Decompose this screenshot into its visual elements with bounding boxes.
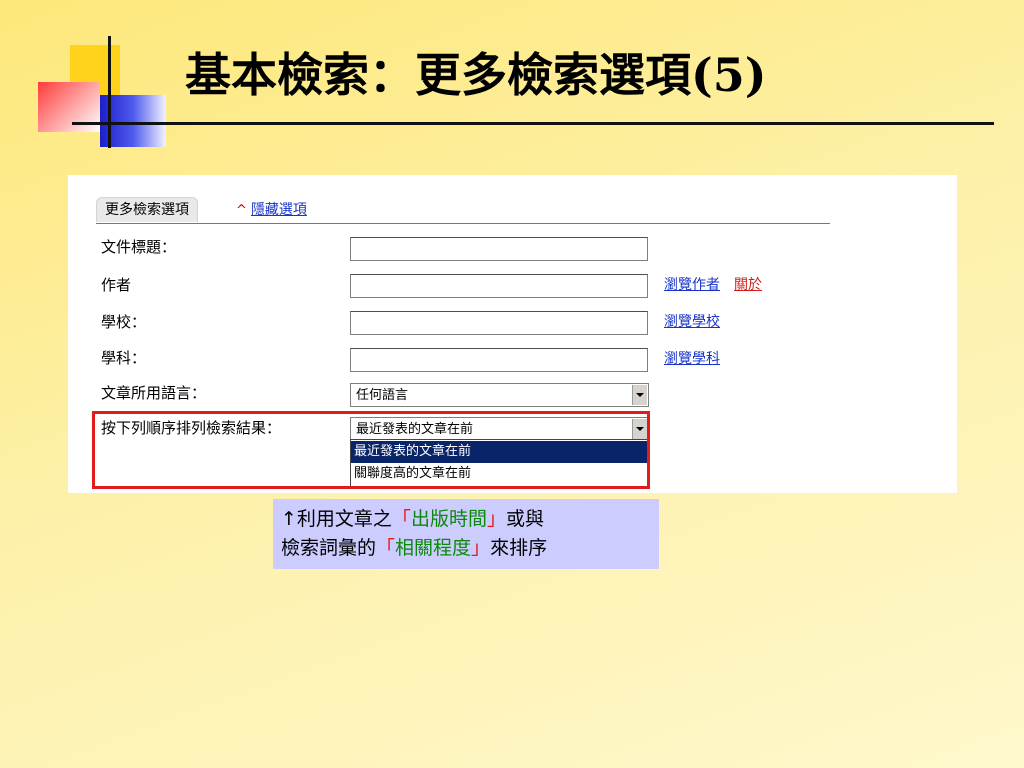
author-input[interactable] — [350, 274, 648, 298]
school-links: 瀏覽學校 — [664, 310, 720, 334]
caption-line-1: ↑利用文章之「出版時間」或與 — [281, 508, 544, 530]
hide-options-link[interactable]: 隱藏選項 — [251, 202, 307, 218]
slide-title: 基本檢索：更多檢索選項(5) — [185, 48, 767, 102]
browse-author-link[interactable]: 瀏覽作者 — [664, 277, 720, 293]
school-label: 學校： — [101, 313, 147, 331]
sort-select[interactable]: 最近發表的文章在前 — [350, 417, 649, 441]
sort-option-relevance[interactable]: 關聯度高的文章在前 — [351, 463, 648, 485]
browse-school-link[interactable]: 瀏覽學校 — [664, 314, 720, 330]
sort-dropdown-list: 最近發表的文章在前 關聯度高的文章在前 — [350, 439, 649, 487]
author-links: 瀏覽作者 關於 — [664, 273, 762, 297]
subject-label: 學科： — [101, 349, 147, 367]
caret-up-icon: ^ — [236, 203, 247, 218]
dropdown-arrow-icon — [636, 427, 644, 431]
sort-label: 按下列順序排列檢索結果： — [101, 419, 282, 437]
dropdown-arrow-icon — [636, 393, 644, 397]
title-label: 文件標題： — [101, 238, 177, 256]
caption-highlight-publish-time: 出版時間 — [410, 508, 487, 530]
search-options-panel: 更多檢索選項 ^ 隱藏選項 文件標題： 作者 瀏覽作者 關於 學校： 瀏覽學校 學科… — [68, 175, 957, 493]
author-label: 作者 — [101, 276, 132, 294]
title-underline — [72, 122, 994, 125]
subject-input[interactable] — [350, 348, 648, 372]
school-input[interactable] — [350, 311, 648, 335]
sort-option-recent[interactable]: 最近發表的文章在前 — [351, 441, 648, 463]
decor-vertical-line — [108, 36, 111, 148]
options-tab-row: 更多檢索選項 ^ 隱藏選項 — [96, 197, 830, 224]
language-label: 文章所用語言： — [101, 384, 207, 402]
browse-subject-link[interactable]: 瀏覽學科 — [664, 351, 720, 367]
caption-line-2: 檢索詞彙的「相關程度」來排序 — [281, 537, 548, 559]
language-select[interactable]: 任何語言 — [350, 383, 649, 407]
title-input[interactable] — [350, 237, 648, 261]
language-select-value: 任何語言 — [356, 388, 409, 403]
hide-options[interactable]: ^ 隱藏選項 — [236, 197, 307, 224]
tab-more-options[interactable]: 更多檢索選項 — [96, 197, 198, 222]
about-link[interactable]: 關於 — [734, 277, 762, 293]
caption-highlight-relevance: 相關程度 — [395, 537, 472, 559]
language-select-button[interactable] — [632, 385, 647, 405]
sort-select-button[interactable] — [632, 419, 647, 439]
caption-box: ↑利用文章之「出版時間」或與 檢索詞彙的「相關程度」來排序 — [273, 499, 659, 569]
subject-links: 瀏覽學科 — [664, 347, 720, 371]
